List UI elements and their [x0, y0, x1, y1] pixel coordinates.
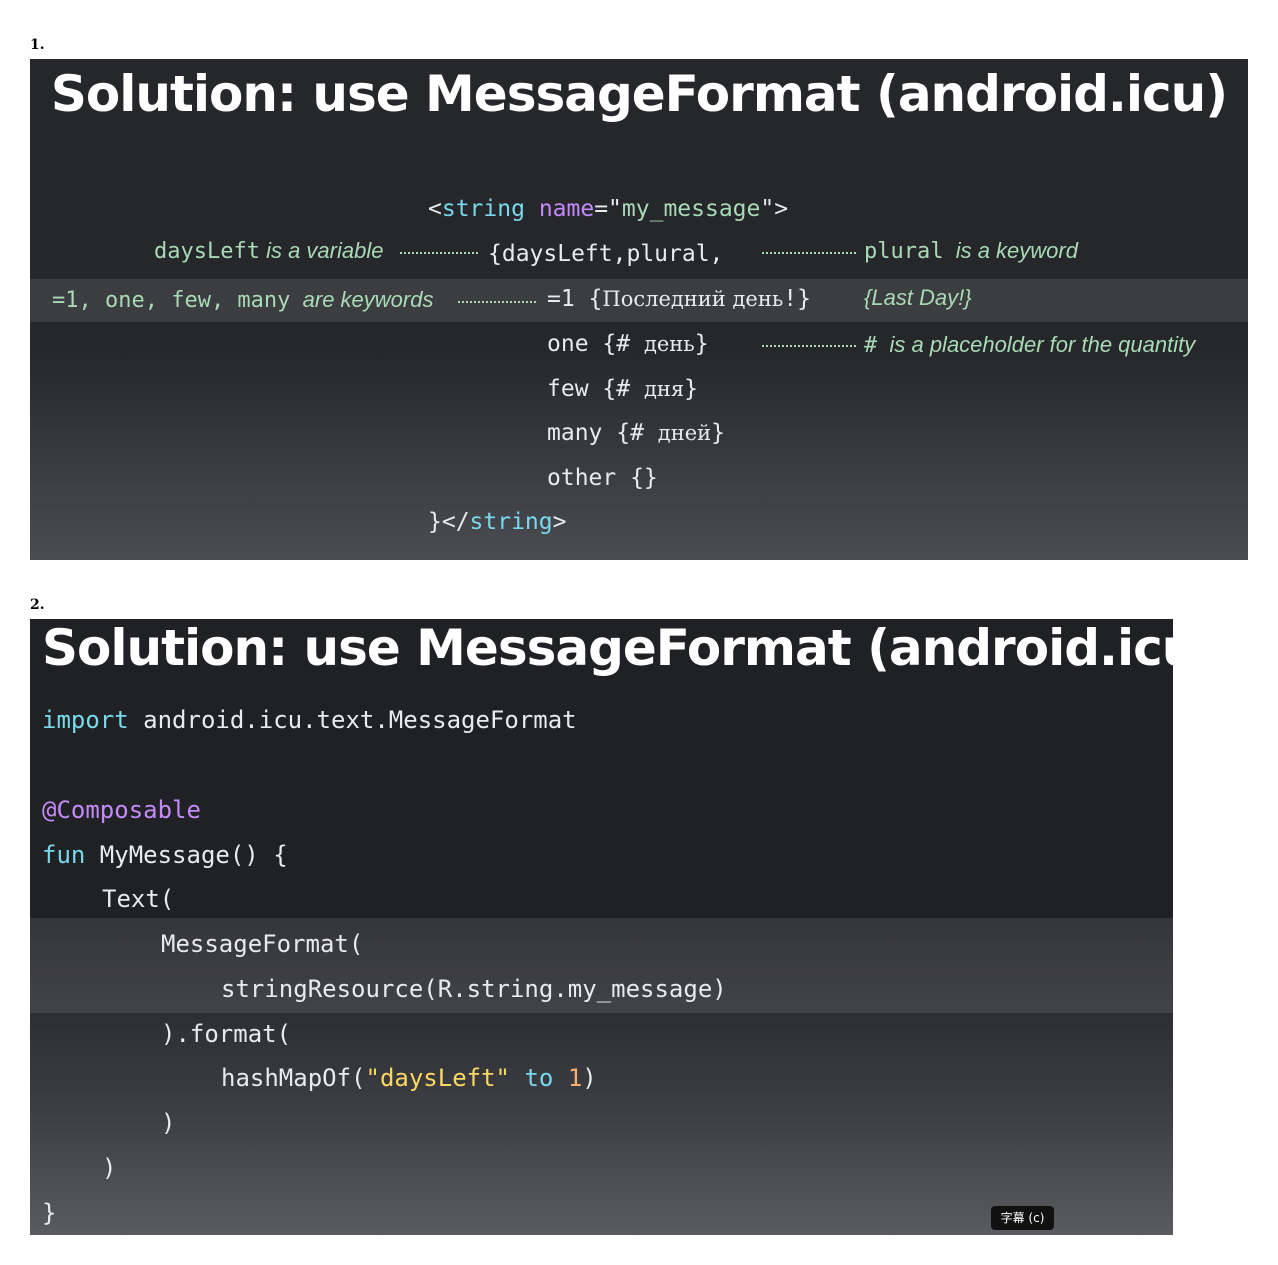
code-line-fun: fun MyMessage() { — [42, 841, 288, 869]
code-line-string-open: <string name="my_message"> — [428, 196, 789, 222]
subtitles-button[interactable]: 字幕 (c) — [991, 1206, 1054, 1230]
note-last-day: {Last Day!} — [864, 285, 972, 310]
code-line-stringresource: stringResource(R.string.my_message) — [221, 975, 727, 1003]
code-line-plural: {daysLeft,plural, — [488, 241, 724, 267]
code-line-format: ).format( — [161, 1020, 292, 1048]
code-line-one: one {# день} — [547, 331, 709, 357]
code-line-import: import android.icu.text.MessageFormat — [42, 706, 577, 734]
code-line-hashmap: hashMapOf("daysLeft" to 1) — [221, 1064, 597, 1092]
note-placeholder: # is a placeholder for the quantity — [864, 332, 1196, 358]
code-line-close-brace: } — [42, 1199, 57, 1227]
dotted-leader — [762, 252, 856, 254]
slide-title: Solution: use MessageFormat (android.icu… — [50, 65, 1228, 123]
code-line-annotation: @Composable — [42, 796, 201, 824]
slide-plural-resource: Solution: use MessageFormat (android.icu… — [30, 59, 1248, 560]
code-line-string-close: }</string> — [428, 509, 567, 535]
note-variable: daysLeft is a variable — [154, 238, 384, 264]
code-line-eq1: =1 {Последний день!} — [547, 286, 811, 312]
code-line-text: Text( — [102, 885, 175, 913]
code-line-few: few {# дня} — [547, 376, 698, 402]
code-line-messageformat: MessageFormat( — [161, 930, 364, 958]
figure-label-2: 2. — [30, 597, 45, 613]
dotted-leader — [762, 345, 856, 347]
code-line-many: many {# дней} — [547, 420, 725, 446]
code-line-close: ) — [102, 1154, 117, 1182]
code-line-other: other {} — [547, 465, 658, 491]
note-keywords: =1, one, few, many are keywords — [52, 287, 434, 313]
note-keyword: plural is a keyword — [864, 238, 1078, 264]
code-line-close: ) — [161, 1109, 176, 1137]
slide-compose-code: Solution: use MessageFormat (android.icu… — [30, 619, 1173, 1235]
dotted-leader — [400, 252, 478, 254]
dotted-leader — [458, 301, 536, 303]
slide-title: Solution: use MessageFormat (android.icu… — [42, 619, 1173, 677]
figure-label-1: 1. — [30, 37, 45, 53]
